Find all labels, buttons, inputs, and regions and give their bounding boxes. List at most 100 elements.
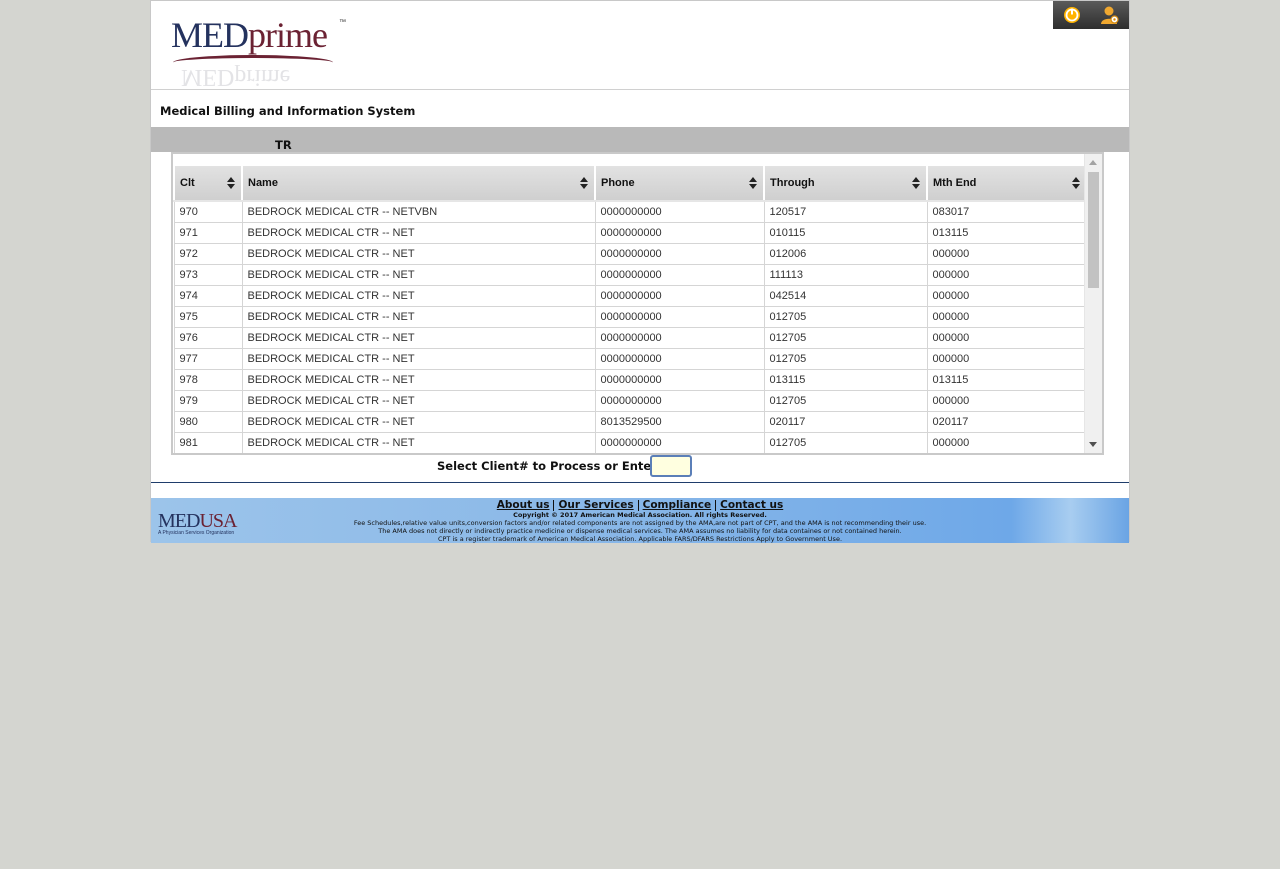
sort-icon [580, 177, 588, 189]
table-row[interactable]: 977 BEDROCK MEDICAL CTR -- NET 0000000000 0… [173, 348, 1088, 370]
medprime-logo: MEDprime ™ MEDprime [171, 15, 346, 90]
column-header-phone[interactable]: Phone [594, 164, 765, 202]
sort-icon [1072, 177, 1080, 189]
client-grid: Clt Name Phone Through Mth End 970 BEDROC… [171, 152, 1104, 455]
power-icon[interactable] [1053, 1, 1091, 29]
table-cell: 971 [173, 222, 243, 244]
table-cell: BEDROCK MEDICAL CTR -- NET [241, 390, 596, 412]
table-cell: 0000000000 [594, 348, 765, 370]
table-cell: 976 [173, 327, 243, 349]
column-header-name[interactable]: Name [241, 164, 596, 202]
table-row[interactable]: 976 BEDROCK MEDICAL CTR -- NET 0000000000 0… [173, 327, 1088, 349]
table-cell: 975 [173, 306, 243, 328]
table-row[interactable]: 980 BEDROCK MEDICAL CTR -- NET 8013529500 0… [173, 411, 1088, 433]
table-cell: 0000000000 [594, 306, 765, 328]
table-cell: 0000000000 [594, 432, 765, 453]
table-cell: 012705 [763, 348, 928, 370]
section-band [151, 127, 1129, 152]
table-cell: 0000000000 [594, 390, 765, 412]
footer-links: About us Our Services Compliance Contact us [151, 499, 1129, 511]
table-cell: 012705 [763, 327, 928, 349]
table-row[interactable]: 973 BEDROCK MEDICAL CTR -- NET 0000000000 1… [173, 264, 1088, 286]
header-divider [151, 89, 1129, 90]
user-settings-icon[interactable] [1091, 1, 1129, 29]
table-cell: BEDROCK MEDICAL CTR -- NET [241, 264, 596, 286]
table-cell: 120517 [763, 200, 928, 223]
table-cell: 973 [173, 264, 243, 286]
table-row[interactable]: 981 BEDROCK MEDICAL CTR -- NET 0000000000 0… [173, 432, 1088, 453]
table-cell: 0000000000 [594, 327, 765, 349]
sort-icon [912, 177, 920, 189]
copyright-text: Copyright © 2017 American Medical Associ… [513, 511, 767, 519]
table-row[interactable]: 972 BEDROCK MEDICAL CTR -- NET 0000000000 0… [173, 243, 1088, 265]
link-separator [715, 499, 717, 511]
table-cell: 000000 [926, 285, 1088, 307]
table-row[interactable]: 970 BEDROCK MEDICAL CTR -- NETVBN 00000000… [173, 200, 1088, 223]
table-cell: 0000000000 [594, 243, 765, 265]
column-header-clt[interactable]: Clt [173, 164, 243, 202]
column-header-mth-end[interactable]: Mth End [926, 164, 1088, 202]
client-prompt-label: Select Client# to Process or Enter [437, 459, 657, 473]
table-row[interactable]: 978 BEDROCK MEDICAL CTR -- NET 0000000000 0… [173, 369, 1088, 391]
table-cell: 010115 [763, 222, 928, 244]
table-cell: 000000 [926, 432, 1088, 453]
link-separator [637, 499, 639, 511]
scroll-thumb[interactable] [1088, 172, 1099, 288]
grid-scrollbar[interactable] [1084, 154, 1102, 453]
table-cell: 000000 [926, 264, 1088, 286]
scroll-up-icon[interactable] [1089, 160, 1097, 165]
table-cell: 8013529500 [594, 411, 765, 433]
table-cell: BEDROCK MEDICAL CTR -- NET [241, 348, 596, 370]
table-cell: BEDROCK MEDICAL CTR -- NET [241, 222, 596, 244]
table-cell: 020117 [926, 411, 1088, 433]
footer: MEDUSA A Physician Services Organization… [151, 498, 1129, 543]
table-cell: 012705 [763, 306, 928, 328]
table-cell: BEDROCK MEDICAL CTR -- NETVBN [241, 200, 596, 223]
table-cell: 0000000000 [594, 200, 765, 223]
logo-accent-text: prime [248, 15, 328, 55]
table-cell: BEDROCK MEDICAL CTR -- NET [241, 285, 596, 307]
table-cell: 974 [173, 285, 243, 307]
table-cell: BEDROCK MEDICAL CTR -- NET [241, 369, 596, 391]
table-cell: 978 [173, 369, 243, 391]
table-cell: 000000 [926, 390, 1088, 412]
top-icon-bar [1053, 1, 1129, 29]
our-services-link[interactable]: Our Services [558, 499, 633, 511]
table-cell: 979 [173, 390, 243, 412]
logo-main-text: MED [171, 15, 249, 55]
about-us-link[interactable]: About us [497, 499, 550, 511]
table-cell: 972 [173, 243, 243, 265]
table-row[interactable]: 974 BEDROCK MEDICAL CTR -- NET 0000000000 0… [173, 285, 1088, 307]
table-cell: 083017 [926, 200, 1088, 223]
table-cell: BEDROCK MEDICAL CTR -- NET [241, 327, 596, 349]
table-cell: 012006 [763, 243, 928, 265]
table-cell: 977 [173, 348, 243, 370]
compliance-link[interactable]: Compliance [643, 499, 711, 511]
table-cell: BEDROCK MEDICAL CTR -- NET [241, 306, 596, 328]
table-cell: 020117 [763, 411, 928, 433]
table-cell: 0000000000 [594, 369, 765, 391]
link-separator [553, 499, 555, 511]
ama-notice-2: The AMA does not directly or indirectly … [378, 527, 902, 535]
table-cell: 980 [173, 411, 243, 433]
table-cell: BEDROCK MEDICAL CTR -- NET [241, 243, 596, 265]
system-title: Medical Billing and Information System [160, 104, 416, 118]
table-row[interactable]: 979 BEDROCK MEDICAL CTR -- NET 0000000000 0… [173, 390, 1088, 412]
scroll-down-icon[interactable] [1089, 442, 1097, 447]
table-cell: 970 [173, 200, 243, 223]
page-container: MEDprime ™ MEDprime Medical Billing and … [150, 0, 1130, 543]
table-cell: 012705 [763, 432, 928, 453]
section-label: TR [275, 138, 292, 152]
table-cell: 981 [173, 432, 243, 453]
table-cell: 000000 [926, 243, 1088, 265]
table-row[interactable]: 971 BEDROCK MEDICAL CTR -- NET 0000000000 0… [173, 222, 1088, 244]
contact-us-link[interactable]: Contact us [720, 499, 783, 511]
column-header-through[interactable]: Through [763, 164, 928, 202]
table-row[interactable]: 975 BEDROCK MEDICAL CTR -- NET 0000000000 0… [173, 306, 1088, 328]
client-table-body: 970 BEDROCK MEDICAL CTR -- NETVBN 00000000… [173, 200, 1088, 453]
sort-icon [227, 177, 235, 189]
table-cell: 111113 [763, 264, 928, 286]
table-cell: 013115 [763, 369, 928, 391]
client-number-input[interactable] [650, 455, 692, 477]
table-cell: 042514 [763, 285, 928, 307]
